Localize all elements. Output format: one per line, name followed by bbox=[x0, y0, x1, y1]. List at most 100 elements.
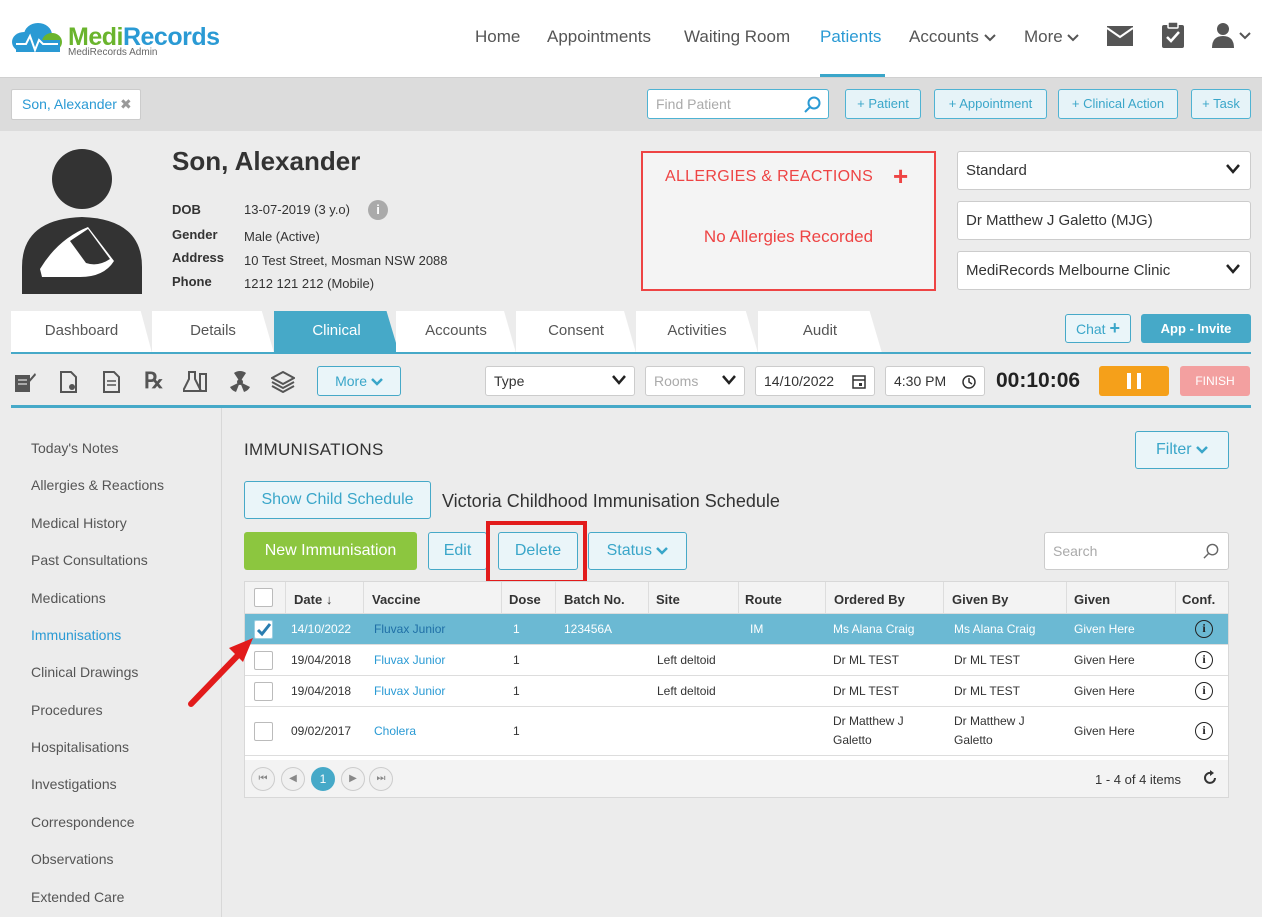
document-settings-icon[interactable] bbox=[59, 371, 79, 393]
layers-icon[interactable] bbox=[271, 371, 295, 393]
sidebar-item-observations[interactable]: Observations bbox=[31, 851, 113, 867]
add-patient-button[interactable]: + Patient bbox=[845, 89, 921, 119]
time-field[interactable]: 4:30 PM bbox=[885, 366, 985, 396]
tab-activities[interactable]: Activities bbox=[636, 311, 758, 353]
new-immunisation-button[interactable]: New Immunisation bbox=[244, 532, 417, 570]
table-row[interactable]: 19/04/2018 Fluvax Junior 1 Left deltoid … bbox=[245, 676, 1228, 707]
pause-button[interactable] bbox=[1099, 366, 1169, 396]
calendar-icon[interactable] bbox=[852, 374, 866, 389]
date-field[interactable]: 14/10/2022 bbox=[755, 366, 875, 396]
search-icon[interactable] bbox=[804, 96, 822, 114]
tab-audit[interactable]: Audit bbox=[758, 311, 882, 353]
sidebar-item-immunisations[interactable]: Immunisations bbox=[31, 627, 121, 643]
sidebar-item-clinical-drawings[interactable]: Clinical Drawings bbox=[31, 664, 138, 680]
edit-button[interactable]: Edit bbox=[428, 532, 487, 570]
table-row[interactable]: 09/02/2017 Cholera 1 Dr Matthew J Galett… bbox=[245, 707, 1228, 756]
cell-vaccine-link[interactable]: Fluvax Junior bbox=[374, 651, 445, 670]
next-page-icon[interactable]: ▶ bbox=[341, 767, 365, 791]
filter-button[interactable]: Filter bbox=[1135, 431, 1229, 469]
grid-search-field[interactable] bbox=[1044, 532, 1229, 570]
sidebar-item-extended-care[interactable]: Extended Care bbox=[31, 889, 124, 905]
add-clinical-action-button[interactable]: + Clinical Action bbox=[1058, 89, 1178, 119]
info-icon[interactable]: i bbox=[1195, 651, 1213, 669]
close-icon[interactable]: ✖ bbox=[120, 96, 132, 112]
toolbar-more-button[interactable]: More bbox=[317, 366, 401, 396]
nav-patients[interactable]: Patients bbox=[820, 27, 881, 47]
cell-vaccine-link[interactable]: Cholera bbox=[374, 722, 416, 741]
info-icon[interactable]: i bbox=[1195, 682, 1213, 700]
show-child-schedule-button[interactable]: Show Child Schedule bbox=[244, 481, 431, 519]
sidebar-item-past-consultations[interactable]: Past Consultations bbox=[31, 552, 148, 568]
col-dose[interactable]: Dose bbox=[509, 592, 541, 607]
sidebar-item-medical-history[interactable]: Medical History bbox=[31, 515, 127, 531]
chat-button[interactable]: Chat + bbox=[1065, 314, 1131, 343]
sidebar-item-investigations[interactable]: Investigations bbox=[31, 776, 117, 792]
last-page-icon[interactable]: ⏭ bbox=[369, 767, 393, 791]
status-button[interactable]: Status bbox=[588, 532, 687, 570]
user-menu-icon[interactable] bbox=[1212, 22, 1252, 48]
add-allergy-icon[interactable]: + bbox=[893, 161, 908, 192]
finish-button[interactable]: FINISH bbox=[1180, 366, 1250, 396]
find-patient-field[interactable] bbox=[647, 89, 829, 119]
patient-tabs: Dashboard Details Clinical Accounts Cons… bbox=[0, 311, 1262, 355]
nav-home[interactable]: Home bbox=[475, 27, 520, 47]
nav-accounts[interactable]: Accounts bbox=[909, 27, 996, 47]
sidebar-item-hospitalisations[interactable]: Hospitalisations bbox=[31, 739, 129, 755]
rooms-select[interactable]: Rooms bbox=[645, 366, 745, 396]
nav-more[interactable]: More bbox=[1024, 27, 1080, 47]
table-row[interactable]: 14/10/2022 Fluvax Junior 1 123456A IM Ms… bbox=[245, 614, 1228, 645]
prev-page-icon[interactable]: ◀ bbox=[281, 767, 305, 791]
first-page-icon[interactable]: ⏮ bbox=[251, 767, 275, 791]
tab-consent[interactable]: Consent bbox=[516, 311, 636, 353]
fee-type-select[interactable]: Standard bbox=[957, 151, 1251, 190]
col-ordered-by[interactable]: Ordered By bbox=[834, 592, 905, 607]
select-all-checkbox[interactable] bbox=[254, 588, 273, 607]
cell-vaccine-link[interactable]: Fluvax Junior bbox=[374, 620, 445, 639]
col-given-by[interactable]: Given By bbox=[952, 592, 1008, 607]
search-icon[interactable] bbox=[1203, 543, 1220, 560]
info-icon[interactable]: i bbox=[1195, 722, 1213, 740]
mail-icon[interactable] bbox=[1107, 26, 1133, 46]
open-patient-tab[interactable]: Son, Alexander ✖ bbox=[11, 89, 141, 120]
provider-field[interactable]: Dr Matthew J Galetto (MJG) bbox=[957, 201, 1251, 240]
add-appointment-button[interactable]: + Appointment bbox=[934, 89, 1047, 119]
col-given[interactable]: Given bbox=[1074, 592, 1110, 607]
radiation-icon[interactable] bbox=[228, 371, 252, 393]
refresh-icon[interactable] bbox=[1202, 770, 1218, 786]
add-task-button[interactable]: + Task bbox=[1191, 89, 1251, 119]
info-icon[interactable]: i bbox=[368, 200, 388, 220]
find-patient-input[interactable] bbox=[648, 90, 798, 118]
clipboard-check-icon[interactable] bbox=[1161, 22, 1185, 48]
tab-details[interactable]: Details bbox=[152, 311, 274, 353]
notes-icon[interactable] bbox=[14, 371, 36, 393]
lab-flask-icon[interactable] bbox=[183, 371, 209, 393]
document-list-icon[interactable] bbox=[102, 371, 122, 393]
sidebar-item-correspondence[interactable]: Correspondence bbox=[31, 814, 135, 830]
tab-dashboard[interactable]: Dashboard bbox=[11, 311, 152, 353]
tab-clinical[interactable]: Clinical bbox=[274, 311, 399, 353]
tab-accounts[interactable]: Accounts bbox=[396, 311, 516, 353]
info-icon[interactable]: i bbox=[1195, 620, 1213, 638]
grid-search-input[interactable] bbox=[1045, 533, 1195, 569]
col-batch[interactable]: Batch No. bbox=[564, 592, 625, 607]
prescription-icon[interactable]: ℞ bbox=[144, 368, 164, 394]
app-invite-button[interactable]: App - Invite bbox=[1141, 314, 1251, 343]
col-site[interactable]: Site bbox=[656, 592, 680, 607]
sidebar-item-todays-notes[interactable]: Today's Notes bbox=[31, 440, 119, 456]
sidebar-item-medications[interactable]: Medications bbox=[31, 590, 106, 606]
current-page[interactable]: 1 bbox=[311, 767, 335, 791]
nav-waiting-room[interactable]: Waiting Room bbox=[684, 27, 790, 47]
nav-appointments[interactable]: Appointments bbox=[547, 27, 651, 47]
col-route[interactable]: Route bbox=[745, 592, 782, 607]
type-select[interactable]: Type bbox=[485, 366, 635, 396]
col-conf[interactable]: Conf. bbox=[1182, 592, 1215, 607]
cell-vaccine-link[interactable]: Fluvax Junior bbox=[374, 682, 445, 701]
col-vaccine[interactable]: Vaccine bbox=[372, 592, 420, 607]
table-row[interactable]: 19/04/2018 Fluvax Junior 1 Left deltoid … bbox=[245, 645, 1228, 676]
sidebar-item-procedures[interactable]: Procedures bbox=[31, 702, 103, 718]
col-date[interactable]: Date ↓ bbox=[294, 592, 332, 607]
row-checkbox[interactable] bbox=[254, 722, 273, 741]
clinic-select[interactable]: MediRecords Melbourne Clinic bbox=[957, 251, 1251, 290]
sidebar-item-allergies[interactable]: Allergies & Reactions bbox=[31, 477, 164, 493]
clock-icon[interactable] bbox=[962, 375, 976, 389]
